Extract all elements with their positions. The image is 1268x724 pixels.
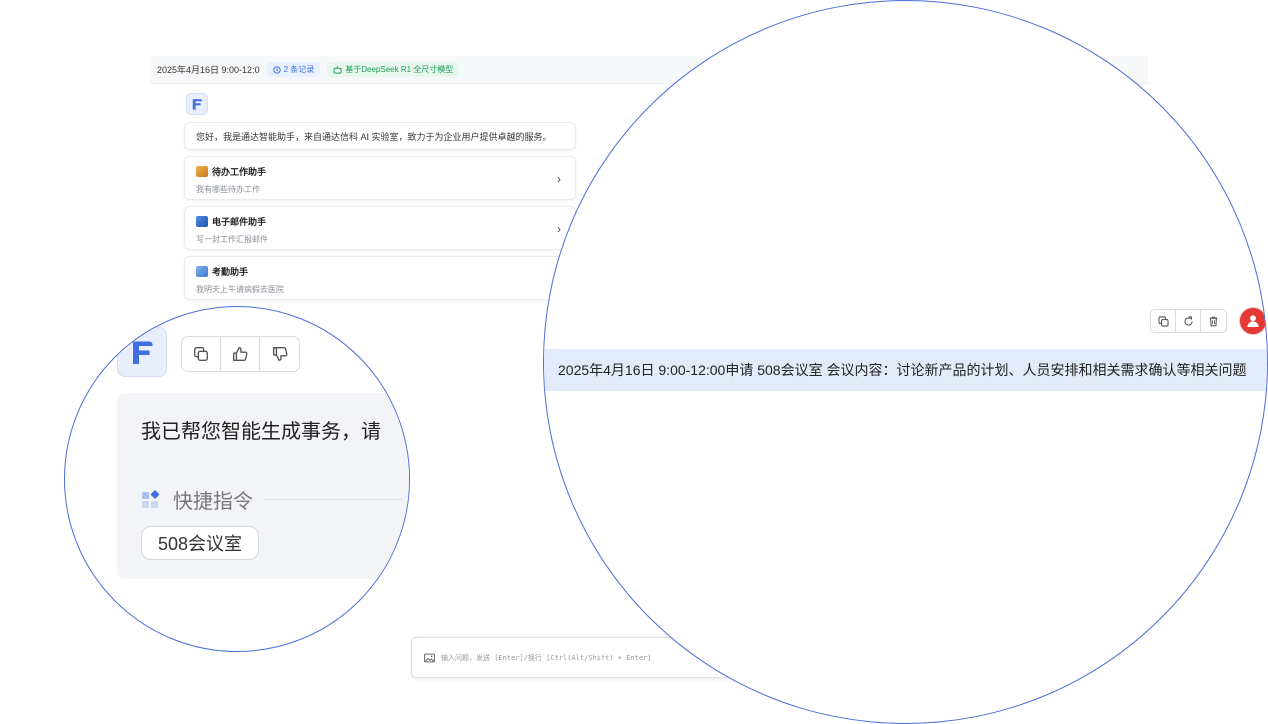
assistant-avatar bbox=[186, 93, 208, 115]
zoom-lens-assistant-reply: 我已帮您智能生成事务，请 快捷指令 508会议室 bbox=[64, 306, 410, 652]
records-badge[interactable]: 2 条记录 bbox=[266, 62, 321, 77]
records-label: 2 条记录 bbox=[283, 65, 315, 74]
delete-button[interactable] bbox=[1201, 310, 1226, 332]
regenerate-button[interactable] bbox=[1176, 310, 1201, 332]
session-title: 2025年4月16日 9:00-12:0 bbox=[157, 65, 260, 75]
card-email-assistant[interactable]: 电子邮件助手 写一封工作汇报邮件 › bbox=[184, 206, 576, 250]
quick-commands-header: 快捷指令 bbox=[141, 485, 403, 514]
card-attendance-assistant[interactable]: 考勤助手 我明天上午请病假去医院 bbox=[184, 256, 576, 300]
assistant-logo-icon bbox=[133, 341, 153, 364]
robot-icon bbox=[333, 65, 342, 74]
reply-actions bbox=[181, 336, 300, 372]
thumbs-up-icon bbox=[233, 347, 248, 361]
email-icon bbox=[196, 216, 208, 227]
assistant-logo-icon bbox=[192, 99, 202, 110]
model-label: 基于DeepSeek R1 全尺寸模型 bbox=[345, 65, 454, 74]
refresh-icon bbox=[1183, 315, 1193, 326]
assistant-reply-text: 我已帮您智能生成事务，请 bbox=[141, 421, 381, 443]
copy-icon bbox=[1157, 315, 1169, 327]
todo-icon bbox=[196, 166, 208, 177]
copy-button[interactable] bbox=[182, 337, 221, 371]
card-subtitle: 写一封工作汇报邮件 bbox=[196, 235, 268, 244]
quick-commands-label: 快捷指令 bbox=[173, 491, 253, 513]
quick-command-icon bbox=[142, 489, 160, 508]
chevron-right-icon: › bbox=[557, 222, 561, 236]
dislike-button[interactable] bbox=[260, 337, 299, 371]
image-upload-icon[interactable] bbox=[424, 653, 435, 663]
assistant-reply-bubble: 我已帮您智能生成事务，请 快捷指令 508会议室 bbox=[117, 393, 409, 579]
divider bbox=[263, 499, 403, 500]
like-button[interactable] bbox=[221, 337, 260, 371]
card-subtitle: 我明天上午请病假去医院 bbox=[196, 285, 284, 294]
copy-button[interactable] bbox=[1151, 310, 1176, 332]
quick-command-chip[interactable]: 508会议室 bbox=[141, 526, 260, 560]
card-title: 电子邮件助手 bbox=[212, 217, 267, 227]
card-subtitle: 我有哪些待办工作 bbox=[196, 185, 260, 194]
card-title: 考勤助手 bbox=[212, 267, 249, 277]
attendance-icon bbox=[196, 266, 208, 277]
message-actions bbox=[1150, 309, 1227, 333]
assistant-avatar bbox=[117, 327, 167, 377]
copy-icon bbox=[194, 347, 208, 361]
zoom-lens-user-message: 2025年4月16日 9:00-12:00申请 508会议室 会议内容：讨论新产… bbox=[543, 0, 1268, 724]
user-avatar bbox=[1239, 307, 1267, 335]
card-title: 待办工作助手 bbox=[212, 167, 267, 177]
chevron-right-icon: › bbox=[557, 172, 561, 186]
greeting-message: 您好，我是通达智能助手，来自通达信科 AI 实验室，致力于为企业用户提供卓越的服… bbox=[184, 122, 576, 150]
user-message-bubble: 2025年4月16日 9:00-12:00申请 508会议室 会议内容：讨论新产… bbox=[544, 349, 1267, 391]
card-todo-assistant[interactable]: 待办工作助手 我有哪些待办工作 › bbox=[184, 156, 576, 200]
model-badge: 基于DeepSeek R1 全尺寸模型 bbox=[327, 62, 460, 77]
thumbs-down-icon bbox=[272, 347, 287, 361]
trash-icon bbox=[1209, 316, 1218, 326]
user-icon bbox=[1247, 315, 1259, 327]
clock-icon bbox=[272, 65, 281, 74]
